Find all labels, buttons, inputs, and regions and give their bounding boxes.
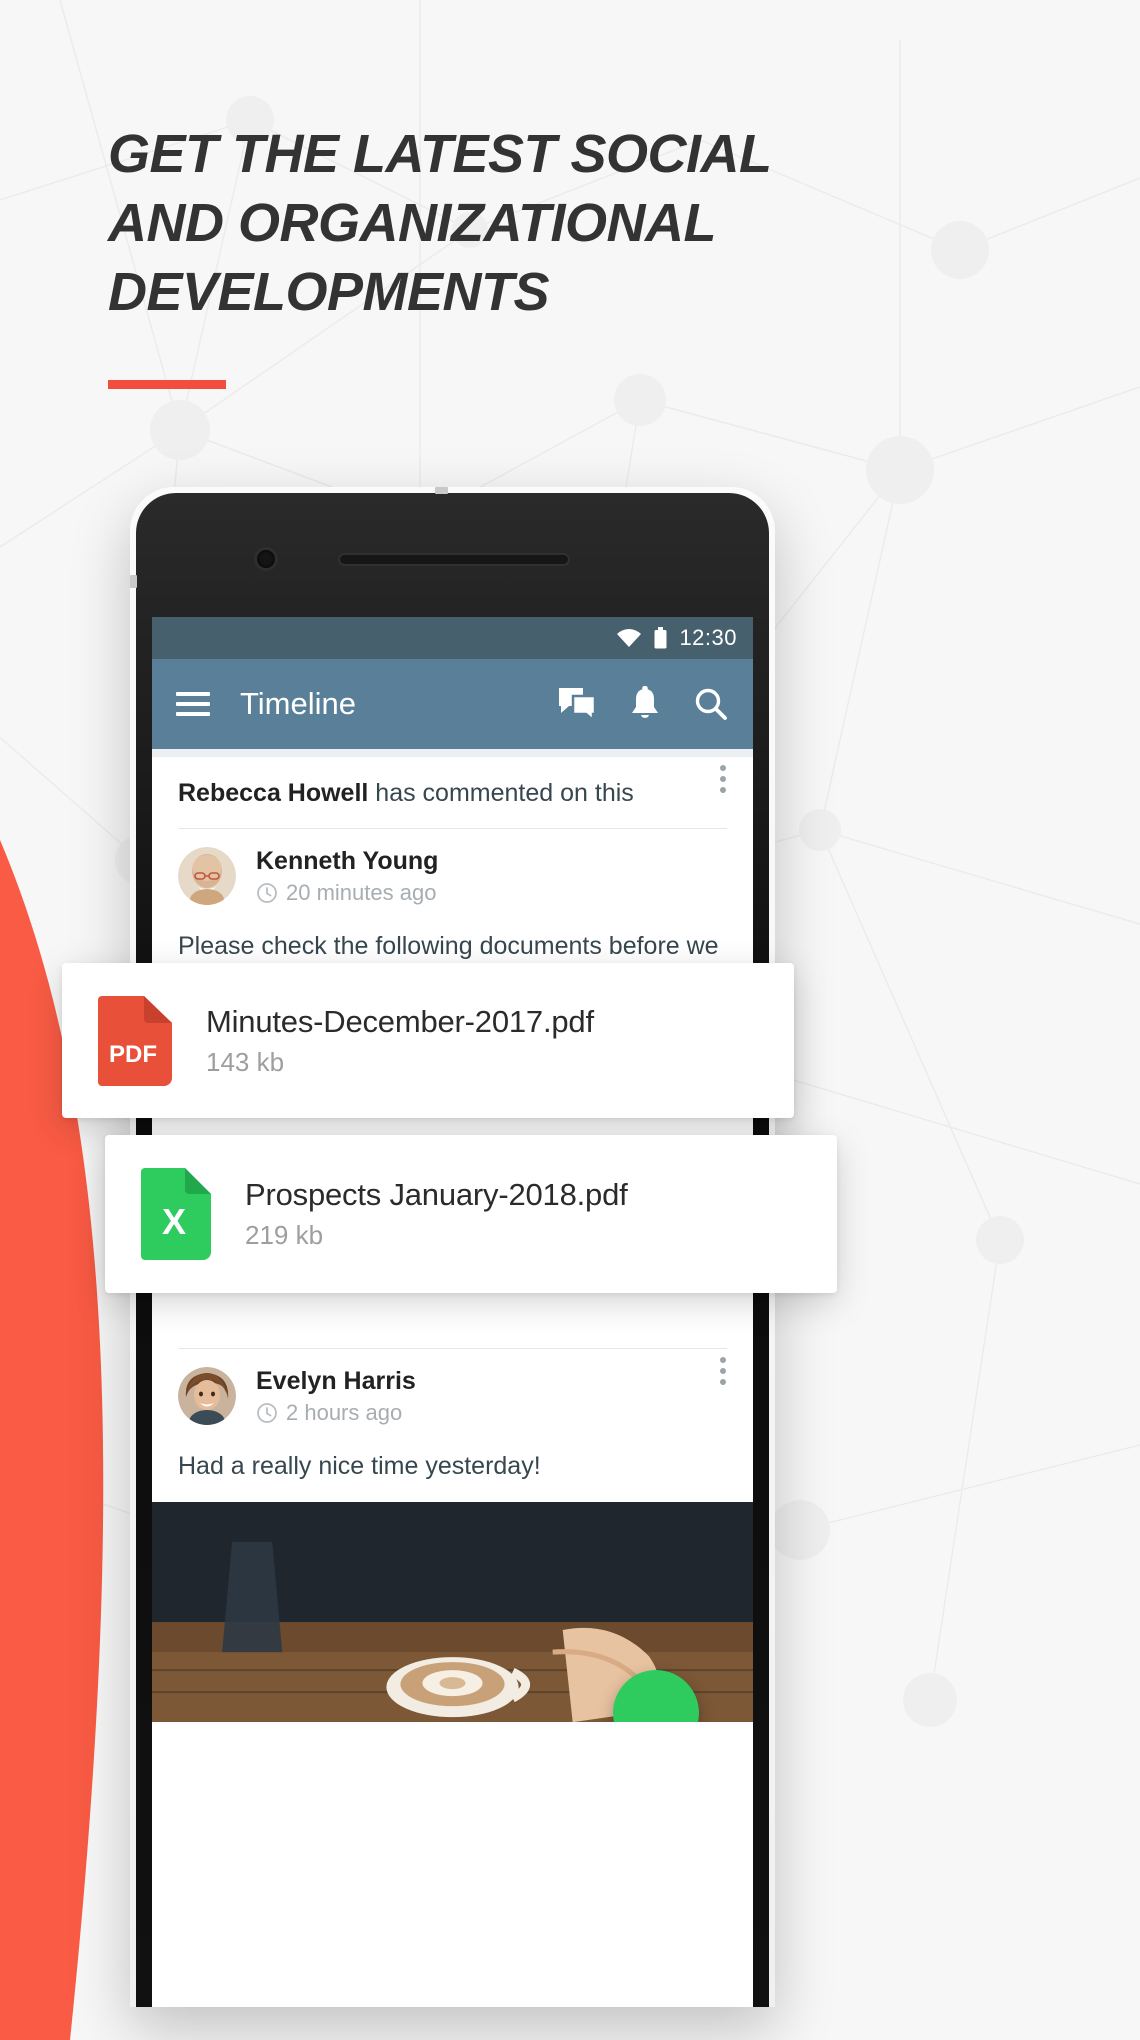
clock-icon bbox=[257, 882, 277, 903]
post-timestamp: 20 minutes ago bbox=[256, 880, 727, 906]
hamburger-menu-icon[interactable] bbox=[176, 692, 210, 716]
attachment-card-pdf[interactable]: PDF Minutes-December-2017.pdf 143 kb bbox=[62, 963, 794, 1118]
headline-line-3: DEVELOPMENTS bbox=[108, 262, 550, 322]
post-time-text: 20 minutes ago bbox=[286, 879, 437, 905]
clock-icon bbox=[257, 1402, 277, 1423]
status-bar-time: 12:30 bbox=[679, 625, 737, 650]
avatar[interactable] bbox=[178, 847, 236, 906]
pdf-file-icon: PDF bbox=[98, 995, 172, 1086]
pdf-icon-label: PDF bbox=[109, 1041, 157, 1068]
post-author-row: Kenneth Young 20 minutes ago bbox=[178, 829, 727, 912]
kebab-menu-icon[interactable] bbox=[719, 757, 727, 793]
phone-antenna-nub-top bbox=[435, 487, 448, 494]
post-header-action: has commented on this bbox=[368, 779, 634, 807]
excel-file-icon: X bbox=[141, 1168, 211, 1260]
excel-icon-label: X bbox=[162, 1201, 186, 1242]
attachment-file-size: 143 kb bbox=[206, 1046, 285, 1077]
headline-line-1: GET THE LATEST SOCIAL bbox=[108, 124, 772, 184]
search-icon[interactable] bbox=[693, 686, 729, 722]
attachment-file-name: Prospects January-2018.pdf bbox=[245, 1177, 628, 1212]
post-timestamp: 2 hours ago bbox=[256, 1400, 705, 1426]
page-title: GET THE LATEST SOCIAL AND ORGANIZATIONAL… bbox=[108, 120, 828, 327]
post-photo[interactable] bbox=[152, 1501, 753, 1722]
battery-icon bbox=[654, 627, 667, 649]
app-bar-actions bbox=[557, 686, 729, 722]
feed-post[interactable]: Evelyn Harris 2 hours ago Had a really n… bbox=[152, 1347, 753, 1502]
headline-line-2: AND ORGANIZATIONAL bbox=[108, 193, 716, 253]
phone-screen: 12:30 Timeline Rebecca Howell has commen… bbox=[152, 617, 753, 2007]
kebab-menu-icon[interactable] bbox=[719, 1349, 727, 1385]
wifi-icon bbox=[617, 629, 642, 647]
status-bar: 12:30 bbox=[152, 617, 753, 659]
post-author-row: Evelyn Harris 2 hours ago bbox=[178, 1349, 705, 1432]
app-bar: Timeline bbox=[152, 659, 753, 749]
post-time-text: 2 hours ago bbox=[286, 1399, 403, 1425]
attachment-meta: Minutes-December-2017.pdf 143 kb bbox=[206, 1004, 594, 1078]
bell-icon[interactable] bbox=[629, 686, 661, 722]
post-author-name: Kenneth Young bbox=[256, 847, 439, 875]
avatar[interactable] bbox=[178, 1367, 236, 1426]
attachment-file-name: Minutes-December-2017.pdf bbox=[206, 1003, 594, 1039]
attachment-card-excel[interactable]: X Prospects January-2018.pdf 219 kb bbox=[105, 1135, 837, 1293]
post-author-name: Evelyn Harris bbox=[256, 1366, 416, 1395]
post-header-actor: Rebecca Howell bbox=[178, 779, 369, 807]
attachment-meta: Prospects January-2018.pdf 219 kb bbox=[245, 1177, 628, 1251]
front-camera-icon bbox=[254, 547, 278, 571]
title-accent-bar bbox=[108, 380, 226, 389]
app-bar-title: Timeline bbox=[240, 686, 356, 721]
attachment-file-size: 219 kb bbox=[245, 1220, 324, 1250]
feed-top-divider bbox=[152, 749, 753, 757]
earpiece-speaker bbox=[338, 553, 570, 566]
messages-icon[interactable] bbox=[557, 686, 597, 722]
post-body-text: Had a really nice time yesterday! bbox=[178, 1451, 541, 1480]
post-header-text: Rebecca Howell has commented on this bbox=[178, 757, 634, 828]
phone-antenna-nub-left bbox=[130, 575, 137, 588]
